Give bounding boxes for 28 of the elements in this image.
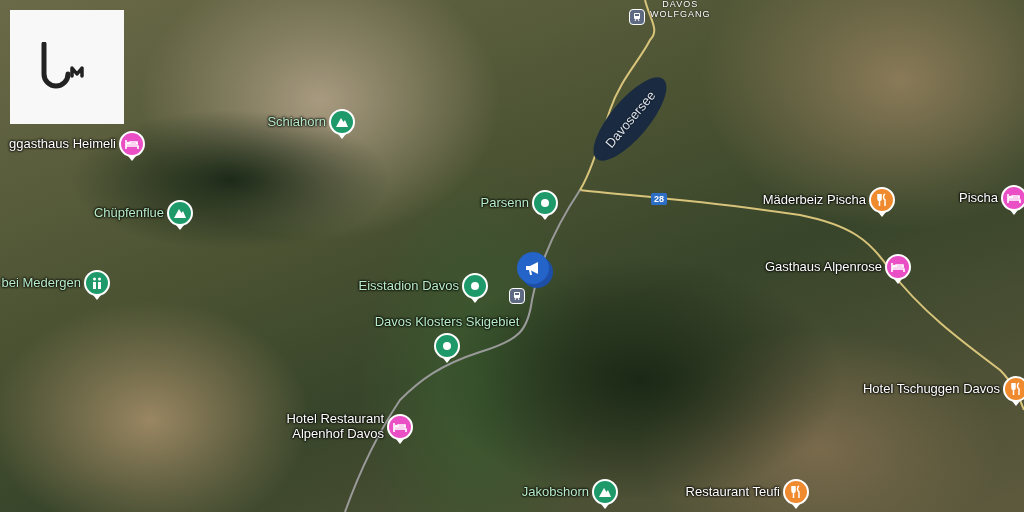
- place-label[interactable]: Gasthaus Alpenrose: [764, 259, 882, 275]
- dot-icon: [538, 196, 552, 210]
- train-station-icon[interactable]: [509, 288, 525, 304]
- place-label[interactable]: bei Medergen: [1, 275, 81, 291]
- place-label[interactable]: ggasthaus Heimeli: [9, 136, 116, 152]
- place-label[interactable]: Hotel Tschuggen Davos: [862, 381, 1000, 397]
- fork-knife-icon: [875, 193, 889, 207]
- place-label[interactable]: Chüpfenflue: [93, 205, 164, 221]
- bed-icon: [1007, 191, 1021, 205]
- megaphone-pin[interactable]: [517, 252, 549, 284]
- place-label[interactable]: Hotel Restaurant Alpenhof Davos: [286, 412, 384, 442]
- people-icon: [90, 276, 104, 290]
- bed-icon: [891, 260, 905, 274]
- place-label[interactable]: Parsenn: [480, 195, 529, 211]
- fork-knife-icon: [1009, 382, 1023, 396]
- bed-icon: [125, 137, 139, 151]
- place-label[interactable]: Pischa: [958, 190, 998, 206]
- place-label[interactable]: Davos Klosters Skigebiet: [374, 315, 520, 330]
- place-label[interactable]: Restaurant Teufi: [685, 484, 780, 500]
- place-label[interactable]: Eisstadion Davos: [358, 278, 459, 294]
- satellite-map[interactable]: [0, 0, 1024, 512]
- area-label: DAVOS WOLFGANG: [650, 0, 711, 20]
- road-number: 28: [651, 193, 667, 205]
- place-label[interactable]: Mäderbeiz Pischa: [762, 192, 866, 208]
- place-label[interactable]: Jakobshorn: [521, 484, 589, 500]
- dot-icon: [468, 279, 482, 293]
- fork-knife-icon: [789, 485, 803, 499]
- train-station-icon[interactable]: [629, 9, 645, 25]
